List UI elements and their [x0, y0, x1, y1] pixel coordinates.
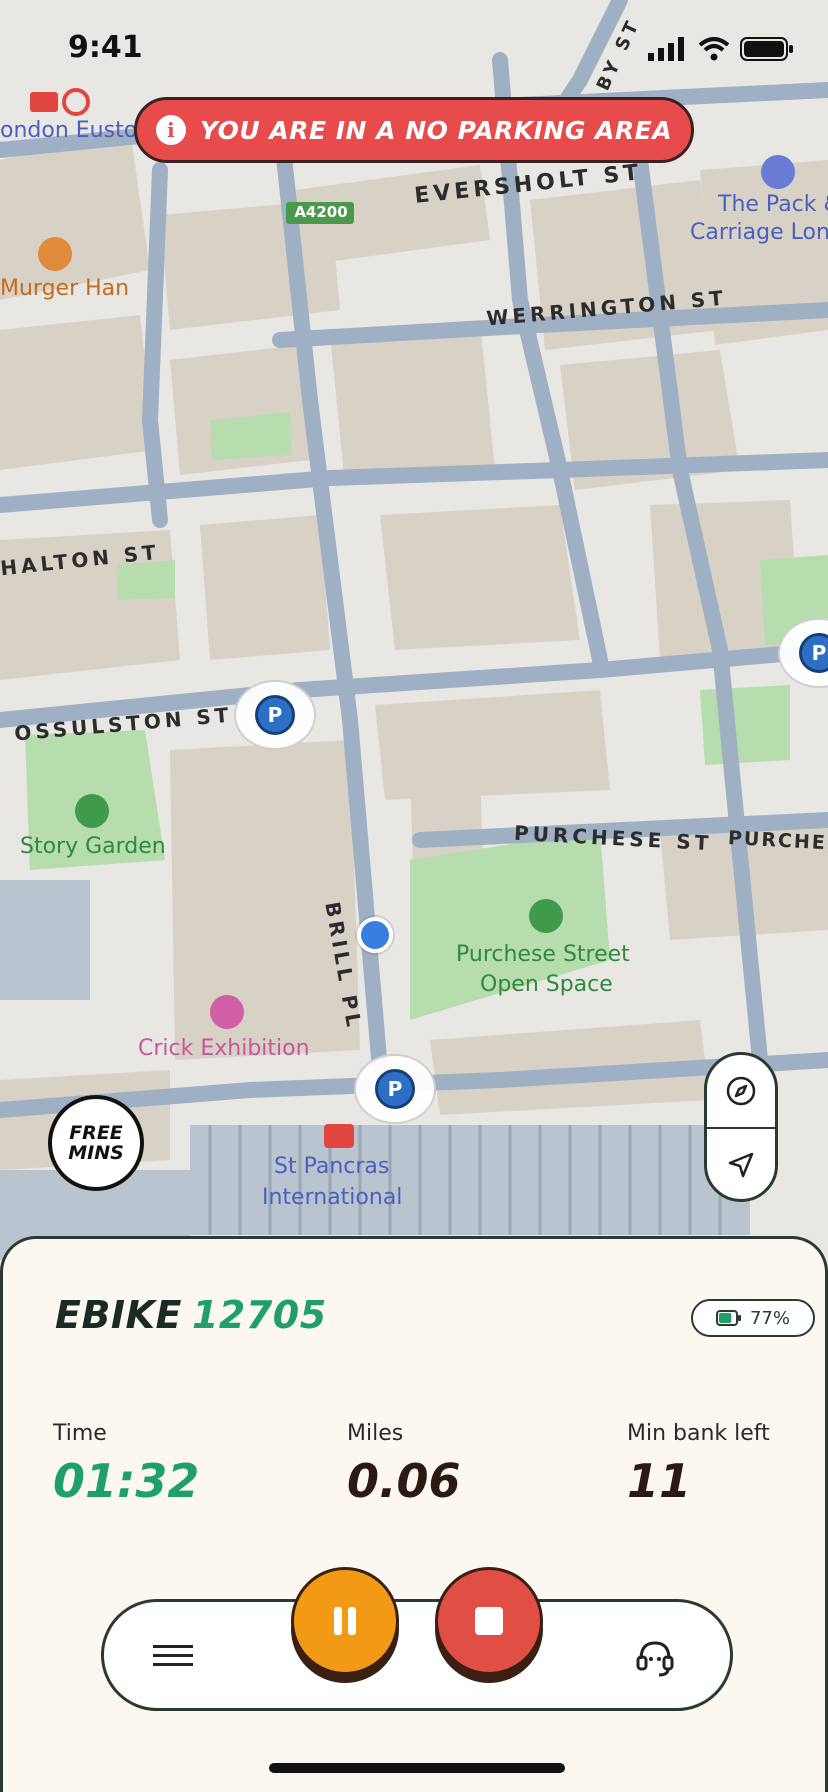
stat-label: Time [53, 1421, 107, 1446]
stat-label: Miles [347, 1421, 404, 1446]
poi-label: St Pancras [274, 1154, 390, 1179]
parking-icon: P [375, 1069, 415, 1109]
menu-button[interactable] [153, 1639, 193, 1673]
poi-label: ondon Eustor [0, 118, 147, 143]
stat-value: 01:32 [53, 1454, 200, 1508]
locate-me-button[interactable] [707, 1127, 775, 1199]
signal-icon [648, 37, 684, 61]
battery-icon [715, 1310, 741, 1326]
pause-button[interactable] [291, 1567, 399, 1675]
hotel-icon [761, 155, 795, 189]
rail-station-icon [30, 92, 58, 112]
user-location-dot [357, 917, 393, 953]
park-icon [529, 899, 563, 933]
garden-icon [75, 794, 109, 828]
compass-icon [726, 1076, 756, 1106]
battery-badge: 77% [691, 1299, 815, 1337]
battery-status-icon [740, 37, 793, 61]
road-badge: A4200 [294, 203, 348, 221]
free-mins-badge[interactable]: FREE MINS [48, 1095, 144, 1191]
stat-value: 11 [627, 1454, 692, 1508]
map-controls [704, 1052, 778, 1202]
headset-icon [636, 1641, 674, 1677]
parking-zone-pin[interactable]: P [234, 680, 316, 750]
status-icons [648, 36, 794, 62]
poi-label: Open Space [480, 972, 613, 997]
rail-station-icon [324, 1124, 354, 1148]
info-icon: i [155, 115, 186, 145]
no-parking-banner: i YOU ARE IN A NO PARKING AREA [134, 97, 694, 163]
bike-type: EBIKE [55, 1293, 182, 1337]
compass-button[interactable] [707, 1055, 775, 1127]
stat-time: Time 01:32 [53, 1421, 199, 1508]
free-mins-line1: FREE [69, 1122, 123, 1144]
poi-label: Story Garden [20, 834, 166, 859]
poi-label: The Pack & [718, 192, 828, 217]
support-button[interactable] [633, 1635, 677, 1679]
parking-zone-pin[interactable]: P [354, 1054, 436, 1124]
bike-title: EBIKE 12705 [55, 1293, 327, 1337]
underground-icon [62, 88, 90, 116]
parking-icon: P [255, 695, 295, 735]
stop-icon [475, 1607, 503, 1635]
stat-value: 0.06 [347, 1454, 461, 1508]
map-view[interactable]: EVERSHOLT ST WERRINGTON ST HALTON ST OSS… [0, 0, 828, 1260]
stat-min-bank: Min bank left 11 [627, 1421, 770, 1508]
stat-miles: Miles 0.06 [347, 1421, 461, 1508]
ride-sheet: EBIKE 12705 77% Time 01:32 Miles 0.06 Min… [0, 1236, 828, 1792]
poi-label: Crick Exhibition [138, 1036, 310, 1061]
poi-label: International [262, 1185, 403, 1210]
stop-button[interactable] [435, 1567, 543, 1675]
free-mins-line2: MINS [68, 1142, 124, 1164]
museum-icon [210, 995, 244, 1029]
bike-number: 12705 [191, 1293, 327, 1337]
restaurant-icon [38, 237, 72, 271]
banner-text: YOU ARE IN A NO PARKING AREA [199, 115, 673, 145]
location-arrow-icon [728, 1152, 754, 1178]
poi-label: Murger Han [0, 276, 130, 301]
home-indicator [269, 1763, 565, 1773]
wifi-icon [698, 37, 730, 61]
poi-label: Purchese Street [456, 942, 630, 967]
status-time: 9:41 [68, 30, 143, 65]
poi-label: Carriage Lon [690, 220, 828, 245]
stat-label: Min bank left [627, 1421, 770, 1446]
parking-icon: P [799, 633, 828, 673]
hamburger-icon [153, 1645, 193, 1666]
pause-icon [334, 1607, 356, 1635]
battery-percent: 77% [749, 1307, 790, 1329]
